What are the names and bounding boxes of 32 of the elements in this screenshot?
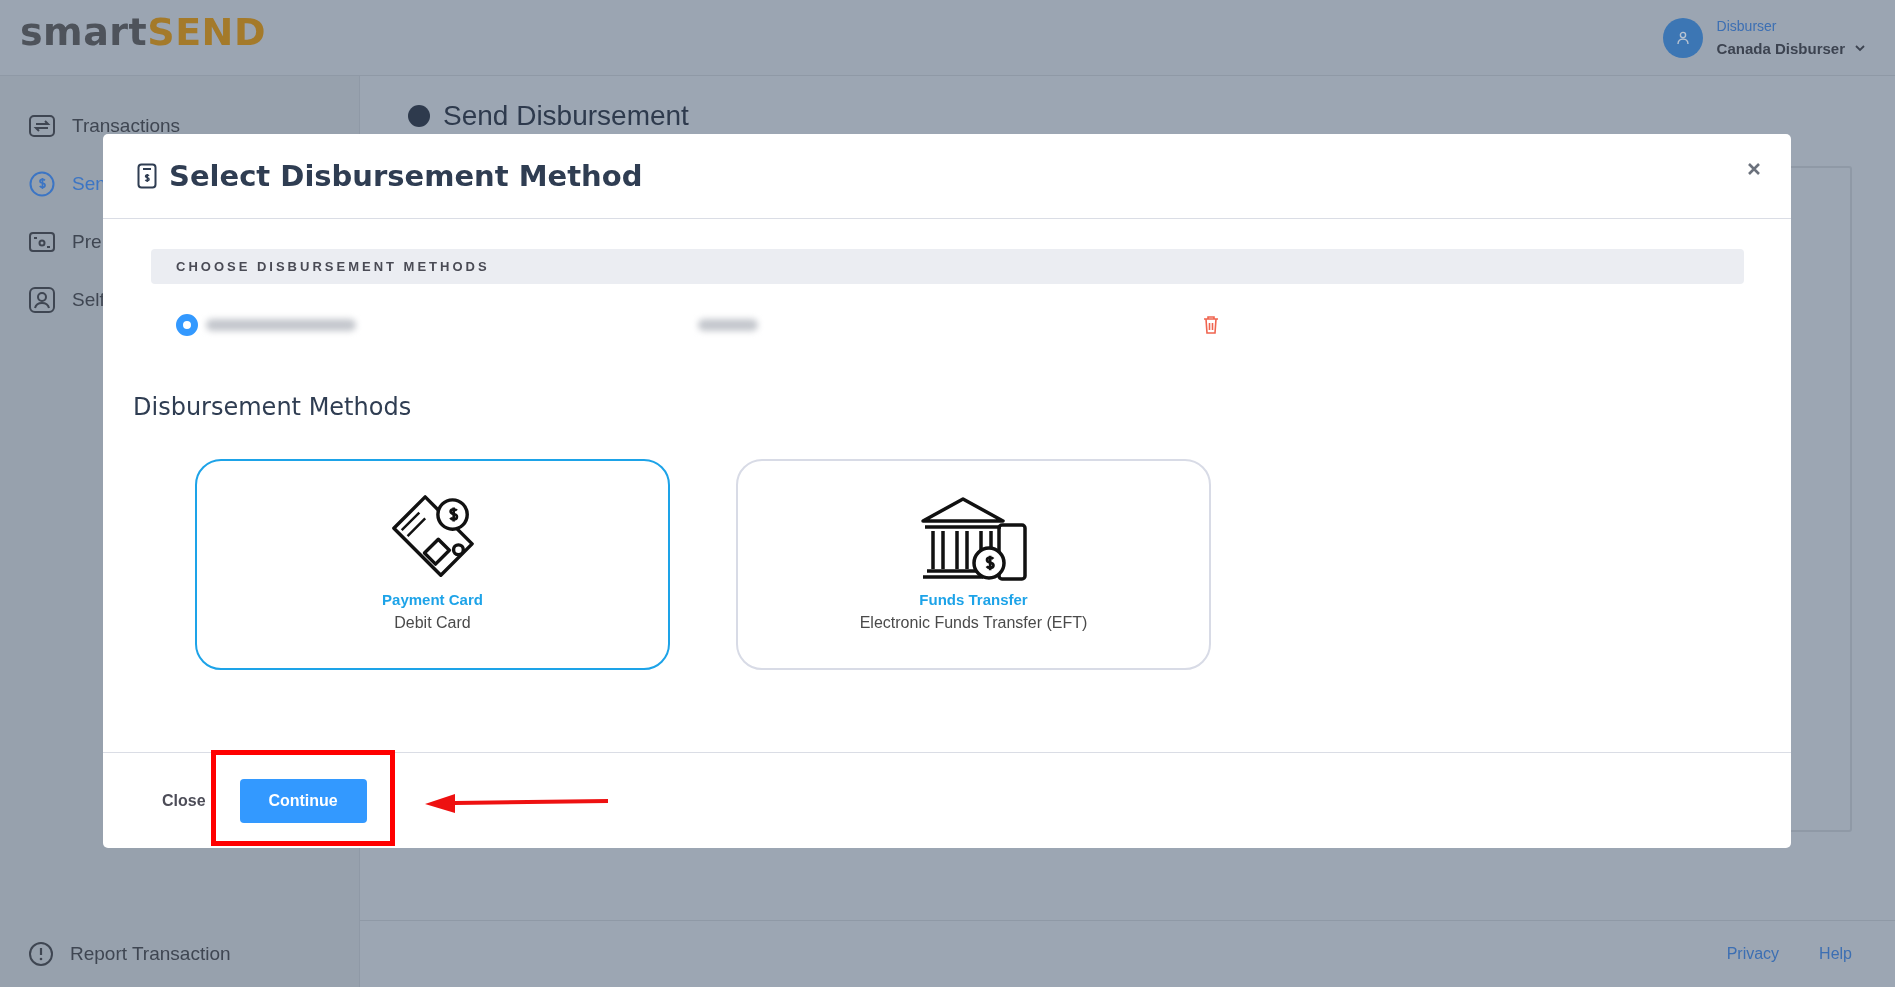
modal-title: Select Disbursement Method (169, 159, 643, 193)
radio-button[interactable] (176, 314, 198, 336)
avatar-icon[interactable] (1662, 17, 1703, 58)
footer-link[interactable]: Help (1819, 945, 1852, 963)
method-title: Payment Card (382, 591, 483, 608)
sidebar-item[interactable]: Self (28, 286, 359, 314)
sidebar-item[interactable]: Transactions (28, 114, 359, 138)
trash-icon[interactable] (1202, 315, 1220, 335)
user-name[interactable]: Canada Disburser (1716, 40, 1845, 57)
chevron-down-icon[interactable] (1855, 45, 1865, 52)
close-button[interactable]: Close (162, 791, 206, 810)
method-card[interactable]: Funds Transfer Electronic Funds Transfer (EFT) (736, 459, 1211, 670)
method-description: Electronic Funds Transfer (EFT) (859, 614, 1088, 632)
footer-link[interactable]: Privacy (1726, 945, 1780, 963)
close-icon[interactable] (1747, 162, 1761, 176)
section-heading: Disbursement Methods (133, 393, 413, 421)
method-card[interactable]: Payment Card Debit Card (195, 459, 670, 670)
transfer-icon (28, 114, 56, 138)
section-label: CHOOSE DISBURSEMENT METHODS (176, 259, 490, 274)
alert-icon (28, 941, 54, 967)
logo: smartSEND (20, 9, 266, 54)
receipt-icon (137, 163, 157, 189)
continue-button[interactable]: Continue (239, 778, 367, 823)
sidebar-item[interactable]: Pre (28, 230, 359, 254)
report-transaction-link[interactable]: Report Transaction (28, 941, 359, 967)
method-description: Debit Card (394, 614, 471, 632)
user-role: Disburser (1716, 18, 1778, 34)
page-title: Send Disbursement (443, 100, 689, 132)
cash-icon (28, 230, 56, 254)
person-icon (28, 286, 56, 314)
method-title: Funds Transfer (919, 591, 1028, 608)
blurred-text (698, 319, 758, 331)
